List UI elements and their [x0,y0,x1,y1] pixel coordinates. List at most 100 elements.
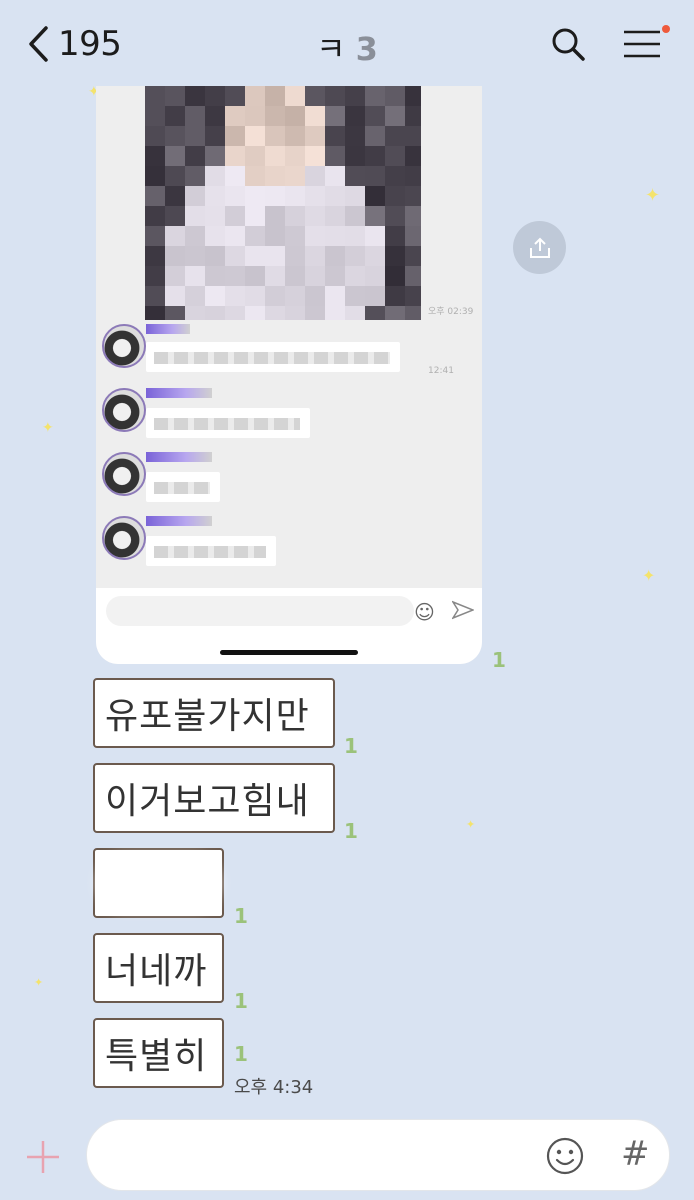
mosaic-cell [205,226,225,246]
mosaic-cell [365,206,385,226]
mosaic-cell [165,226,185,246]
mosaic-cell [165,146,185,166]
mosaic-cell [365,86,385,106]
mosaic-cell [185,266,205,286]
mosaic-cell [265,146,285,166]
mosaic-cell [325,306,345,320]
mosaic-cell [325,286,345,306]
mosaic-cell [305,146,325,166]
mosaic-cell [405,86,421,106]
read-count: 1 [492,648,506,672]
mosaic-cell [165,286,185,306]
message-bubble [146,342,400,372]
read-count: 1 [344,819,358,843]
mosaic-cell [305,246,325,266]
search-icon[interactable] [550,26,586,62]
mosaic-cell [345,86,365,106]
mosaic-cell [245,106,265,126]
mosaic-cell [245,146,265,166]
mosaic-cell [385,306,405,320]
mosaic-cell [265,306,285,320]
mosaic-cell [305,126,325,146]
mosaic-cell [185,246,205,266]
member-count: 3 [355,30,378,68]
mosaic-cell [265,106,285,126]
mosaic-cell [365,246,385,266]
mosaic-cell [165,206,185,226]
mosaic-cell [325,106,345,126]
mosaic-cell [405,166,421,186]
mosaic-cell [265,186,285,206]
embedded-input-area: ☺ [96,588,482,664]
mosaic-cell [285,266,305,286]
mosaic-cell [365,306,385,320]
message-bubble[interactable]: 너네까 [93,933,224,1003]
plus-icon[interactable] [24,1138,62,1176]
mosaic-cell [265,286,285,306]
mosaic-cell [145,206,165,226]
mosaic-cell [285,106,305,126]
mosaic-cell [245,186,265,206]
mosaic-cell [305,86,325,106]
mosaic-cell [285,286,305,306]
mosaic-cell [225,166,245,186]
mosaic-cell [325,206,345,226]
mosaic-cell [385,246,405,266]
mosaic-cell [145,106,165,126]
sender-name [146,324,190,334]
photo-time: 오후 02:39 [428,307,474,317]
mosaic-cell [185,306,205,320]
mosaic-cell [265,246,285,266]
share-button[interactable] [513,221,566,274]
mosaic-cell [305,226,325,246]
mosaic-cell [305,166,325,186]
mosaic-cell [225,286,245,306]
mosaic-cell [145,186,165,206]
mosaic-cell [145,86,165,106]
mosaic-cell [405,106,421,126]
mosaic-cell [405,206,421,226]
message-bubble[interactable]: 이거보고힘내 [93,763,335,833]
mosaic-cell [325,246,345,266]
mosaic-cell [285,166,305,186]
read-count: 1 [234,904,248,928]
mosaic-cell [325,186,345,206]
mosaic-cell [185,126,205,146]
message-bubble[interactable]: 유포불가지만 [93,678,335,748]
menu-icon[interactable] [622,28,662,60]
mosaic-cell [165,306,185,320]
message-bubble[interactable] [93,848,224,918]
avatar [102,388,146,432]
mosaic-cell [325,166,345,186]
screenshot-image[interactable]: 오후 02:39 12:41 ☺ [96,86,482,664]
mosaic-cell [185,226,205,246]
mosaic-cell [225,226,245,246]
message-bubble[interactable]: 특별히 [93,1018,224,1088]
message-input[interactable] [111,1140,545,1174]
mosaic-cell [245,166,265,186]
mosaic-cell [245,306,265,320]
mosaic-cell [245,246,265,266]
message-text: 너네까 [105,951,208,992]
mosaic-cell [325,126,345,146]
message-bubble [146,536,276,566]
mosaic-cell [345,266,365,286]
mosaic-cell [185,166,205,186]
mosaic-cell [145,126,165,146]
hashtag-button[interactable]: # [621,1134,650,1174]
mosaic-cell [205,126,225,146]
read-count: 1 [234,989,248,1013]
sender-name [146,516,212,526]
message-bubble [146,472,220,502]
mosaic-cell [405,226,421,246]
mosaic-cell [345,286,365,306]
message-time: 오후 4:34 [234,1077,314,1098]
emoji-icon[interactable] [545,1136,585,1176]
mosaic-cell [345,106,365,126]
home-indicator [220,650,358,655]
message-bubble [146,408,310,438]
mosaic-cell [245,206,265,226]
mosaic-cell [305,266,325,286]
mosaic-cell [165,266,185,286]
mosaic-cell [405,246,421,266]
